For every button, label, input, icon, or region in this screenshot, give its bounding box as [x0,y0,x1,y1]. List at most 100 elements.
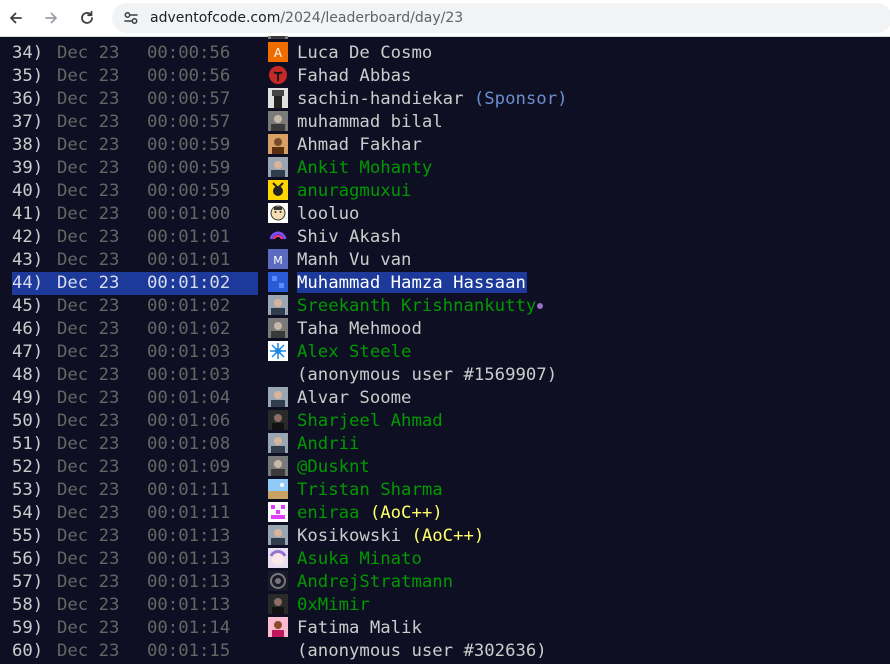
forward-button[interactable] [38,5,64,31]
time-label: 00:01:09 [147,457,231,477]
leaderboard-list: 33)Dec 2300:00:56Hein van der Merwe34)De… [0,36,890,663]
user-name-text: 0xMimir [297,595,370,615]
time-label: 00:01:02 [147,273,231,293]
time-label: 00:01:15 [147,641,231,661]
time-label: 00:00:59 [147,181,231,201]
leaderboard-row: 57) Dec 23 00:01:13 AndrejStratmann [0,571,890,594]
user-link[interactable]: Tristan Sharma [297,479,443,502]
time-label: 00:01:13 [147,572,231,592]
user-link[interactable]: Asuka Minato [297,548,422,571]
user-link[interactable]: @Dusknt [297,456,370,479]
pixel-gray-icon [268,88,288,108]
user-name: Manh Vu van [297,249,411,272]
rank-label: 47) [12,342,44,362]
user-name: looluo [297,203,359,226]
supporter-badge[interactable]: (AoC++) [411,526,484,546]
rank-label: 45) [12,296,44,316]
leaderboard-row: 48) Dec 23 00:01:03 (anonymous user #156990… [0,364,890,387]
date-label: Dec 23 [57,388,120,408]
date-label: Dec 23 [57,342,120,362]
user-name-text: Alex Steele [297,342,412,362]
user-link[interactable]: eniraa (AoC++) [297,502,443,525]
leaderboard-row: 47) Dec 23 00:01:03 Alex Steele [0,341,890,364]
time-label: 00:01:14 [147,618,231,638]
leaderboard-row: 58) Dec 23 00:01:13 0xMimir [0,594,890,617]
date-label: Dec 23 [57,434,120,454]
user-link[interactable]: Alex Steele [297,341,411,364]
user-link[interactable]: Sharjeel Ahmad [297,410,443,433]
date-label: Dec 23 [57,296,120,316]
leaderboard-row: 40) Dec 23 00:00:59 anuragmuxui [0,180,890,203]
rank-label: 59) [12,618,44,638]
user-name-text: eniraa [297,503,360,523]
leaderboard-row: 52) Dec 23 00:01:09 @Dusknt [0,456,890,479]
user-name: muhammad bilal [297,111,443,134]
browser-toolbar: adventofcode.com/2024/leaderboard/day/23 [0,0,890,37]
rank-label: 60) [12,641,44,661]
time-label: 00:01:03 [147,365,231,385]
leaderboard-row: 44) Dec 23 00:01:02 Muhammad Hamza Hassaan [0,272,890,295]
photo-dark-icon [268,594,288,614]
photo-person-icon [268,387,288,407]
leaderboard-row: 41) Dec 23 00:01:00 looluo [0,203,890,226]
user-link[interactable]: Ankit Mohanty [297,157,432,180]
user-link[interactable]: AndrejStratmann [297,571,453,594]
rank-label: 56) [12,549,44,569]
time-label: 00:01:02 [147,319,231,339]
leaderboard-row: 51) Dec 23 00:01:08 Andrii [0,433,890,456]
user-name-text: Ahmad Fakhar [297,135,422,155]
yellow-symbol-icon [268,180,288,200]
user-link[interactable]: 0xMimir [297,594,370,617]
user-name-text: (anonymous user #302636) [297,641,547,661]
time-label: 00:01:08 [147,434,231,454]
photo-person-icon [268,525,288,545]
user-name-text: (anonymous user #1569907) [297,365,558,385]
user-name: Luca De Cosmo [297,42,432,65]
rank-label: 53) [12,480,44,500]
photo-person-icon [268,295,288,315]
user-link[interactable]: Sreekanth Krishnankutty [297,295,544,318]
rank-label: 36) [12,89,44,109]
time-label: 00:01:03 [147,342,231,362]
supporter-badge[interactable]: (AoC++) [370,503,443,523]
rank-label: 49) [12,388,44,408]
rank-label: 44) [12,273,44,293]
leaderboard-row: 46) Dec 23 00:01:02 Taha Mehmood [0,318,890,341]
rank-label: 43) [12,250,44,270]
user-name: Kosikowski (AoC++) [297,525,484,548]
url-text[interactable]: adventofcode.com/2024/leaderboard/day/23 [150,10,463,26]
user-name: Ahmad Fakhar [297,134,422,157]
leaderboard-page: 33)Dec 2300:00:56Hein van der Merwe34)De… [0,36,890,664]
user-name: Shiv Akash [297,226,401,249]
date-label: Dec 23 [57,365,120,385]
pink-person-icon [268,617,288,637]
user-link[interactable]: anuragmuxui [297,180,411,203]
user-link[interactable]: Andrii [297,433,359,456]
site-info-icon[interactable] [122,9,140,27]
rank-label: 52) [12,457,44,477]
user-name-text: sachin-handiekar [297,89,464,109]
photo-dark-icon [268,410,288,430]
time-label: 00:01:01 [147,227,231,247]
user-name-text: Muhammad Hamza Hassaan [297,273,526,293]
leaderboard-row: 49) Dec 23 00:01:04 Alvar Soome [0,387,890,410]
leaderboard-row: 39) Dec 23 00:00:59 Ankit Mohanty [0,157,890,180]
time-label: 00:01:13 [147,526,231,546]
time-label: 00:01:00 [147,204,231,224]
sponsor-badge[interactable]: (Sponsor) [474,89,568,109]
photo-gray-icon [268,456,288,476]
user-name: Alvar Soome [297,387,411,410]
user-name-text: Kosikowski [297,526,402,546]
cursor-dot-icon [537,303,544,309]
address-bar[interactable]: adventofcode.com/2024/leaderboard/day/23 [112,3,890,33]
back-button[interactable] [3,5,29,31]
photo-gray-icon [268,36,288,39]
arrow-left-icon [10,12,22,24]
rank-label: 50) [12,411,44,431]
photo-person-icon [268,157,288,177]
reload-button[interactable] [74,5,100,31]
time-label: 00:01:01 [147,250,231,270]
date-label: Dec 23 [57,526,120,546]
user-name-text: Alvar Soome [297,388,412,408]
rank-label: 46) [12,319,44,339]
